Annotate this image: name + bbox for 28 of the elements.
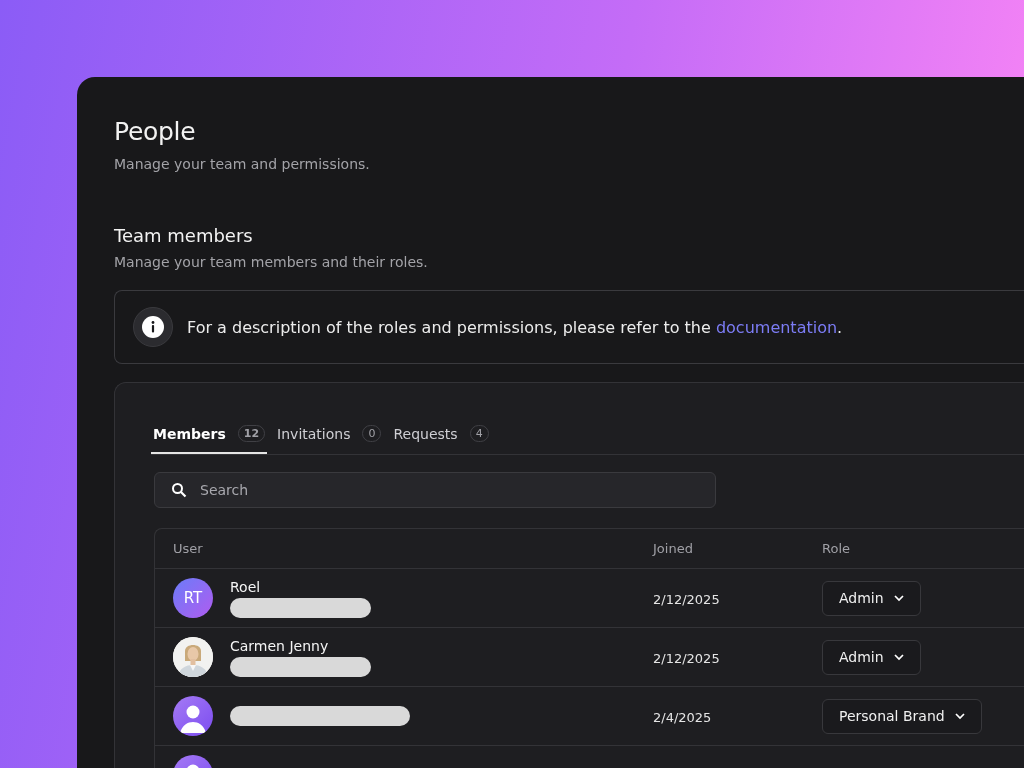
documentation-link[interactable]: documentation	[715, 317, 838, 337]
user-avatar-icon	[173, 696, 213, 736]
tab[interactable]: Members 12	[151, 425, 268, 454]
tab[interactable]: Requests 4	[391, 425, 491, 454]
joined-date: 2/4/2025	[653, 709, 712, 725]
search-field[interactable]: Search	[154, 472, 716, 508]
search-icon	[171, 482, 187, 498]
info-icon	[133, 307, 173, 347]
role-dropdown[interactable]: Admin	[822, 639, 921, 675]
user-name: Roel	[230, 578, 262, 595]
joined-date: 2/12/2025	[653, 650, 720, 666]
user-avatar: RT	[173, 578, 213, 618]
chevron-icon	[893, 594, 904, 602]
tab[interactable]: Invitations 0	[275, 425, 384, 454]
chevron-icon	[954, 712, 965, 720]
column-header: Joined	[653, 541, 694, 556]
joined-date: 2/12/2025	[653, 591, 720, 607]
user-name: Carmen Jenny	[230, 637, 330, 654]
role-dropdown[interactable]: Admin	[822, 580, 921, 616]
page-title: People	[114, 117, 197, 146]
chevron-icon	[893, 653, 904, 661]
section-subtitle: Manage your team members and their roles.	[114, 254, 429, 270]
section-title: Team members	[114, 225, 254, 246]
column-header: Role	[822, 541, 851, 556]
role-dropdown[interactable]: Personal Brand	[822, 698, 982, 734]
page-subtitle: Manage your team and permissions.	[114, 156, 371, 172]
notice-text: For a description of the roles and permissions, please refer to the documentation.	[187, 317, 843, 337]
column-header: User	[173, 541, 204, 556]
